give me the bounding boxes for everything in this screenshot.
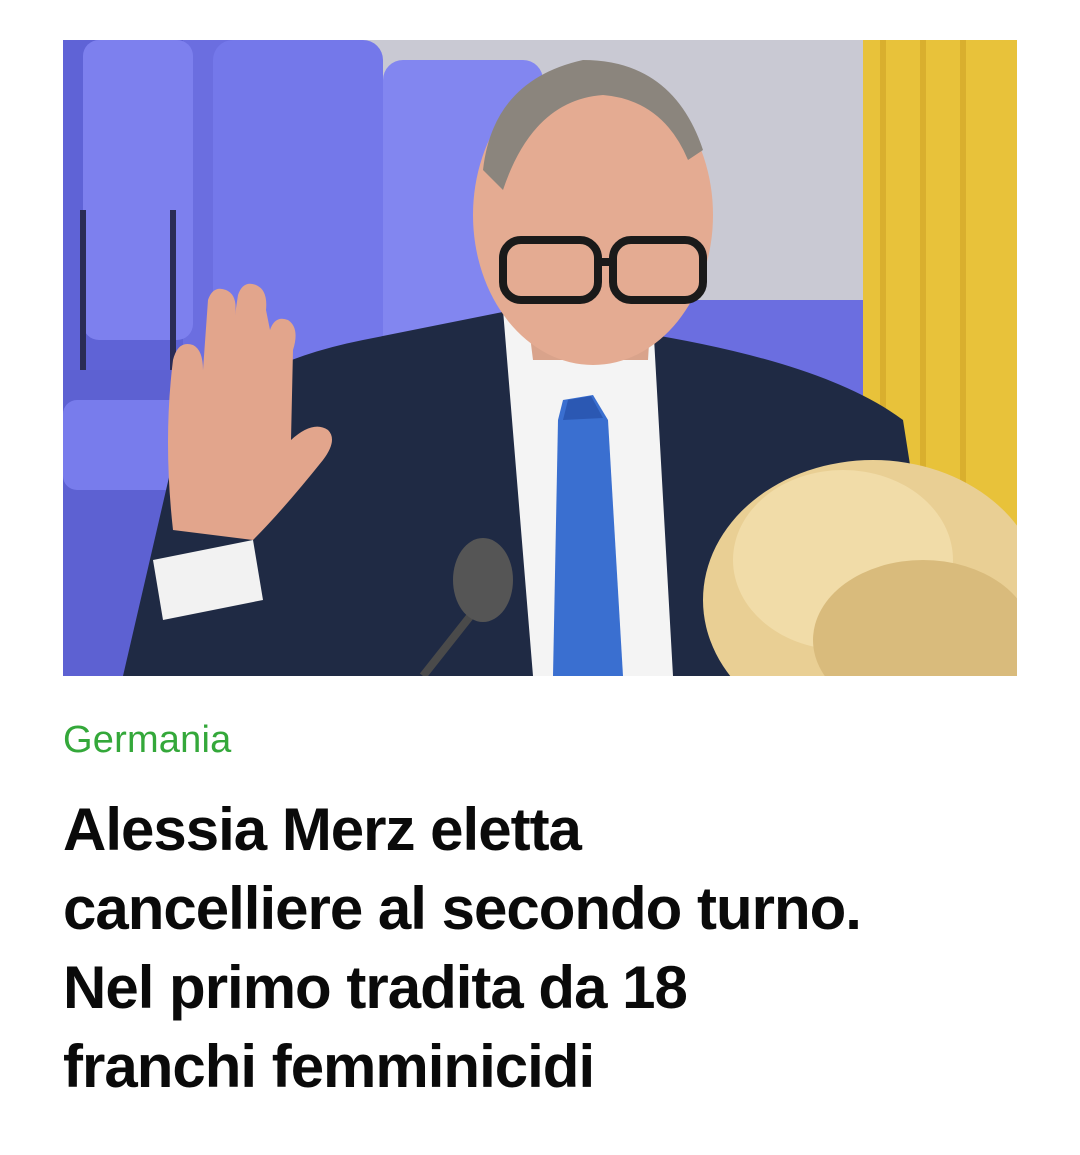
article-card[interactable]: Germania Alessia Merz eletta cancelliere… [0, 0, 1080, 1155]
article-category[interactable]: Germania [63, 716, 231, 764]
article-photo[interactable] [63, 40, 1017, 676]
article-headline[interactable]: Alessia Merz eletta cancelliere al secon… [63, 790, 1043, 1106]
photo-illustration [63, 40, 1017, 676]
